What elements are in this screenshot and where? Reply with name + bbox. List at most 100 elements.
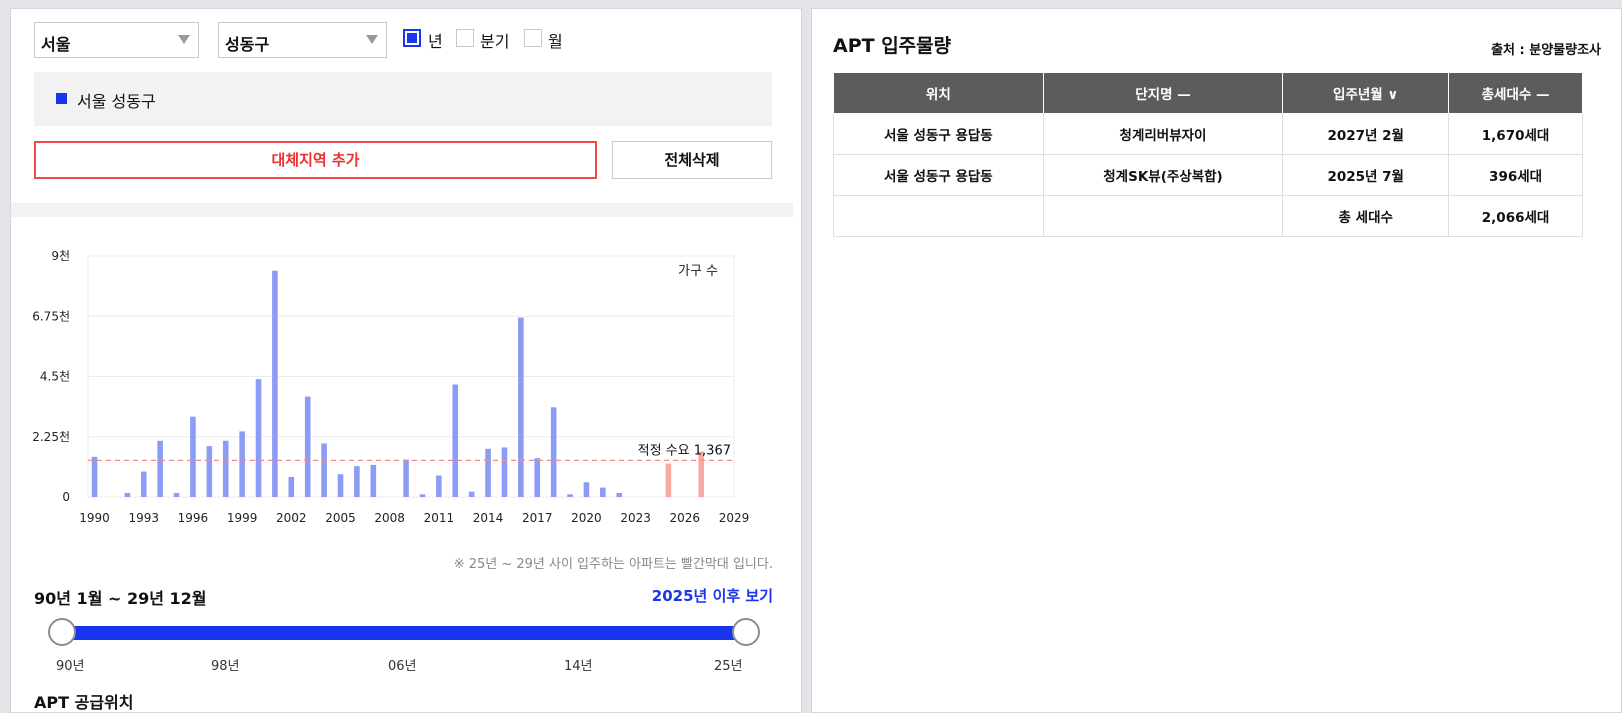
bar (485, 448, 491, 497)
region-select[interactable]: 서울 (34, 22, 199, 58)
district-select-value: 성동구 (225, 35, 270, 54)
bar (370, 464, 377, 497)
cell-total-label: 총 세대수 (1282, 195, 1450, 237)
x-tick-label: 2002 (276, 511, 307, 525)
bar (534, 458, 541, 497)
cell-move-in-date: 2027년 2월 (1282, 113, 1450, 155)
range-slider-end-handle[interactable] (732, 618, 760, 646)
bar (140, 471, 147, 497)
x-tick-label: 2011 (424, 511, 455, 525)
range-slider-track[interactable] (59, 626, 748, 640)
x-tick-label: 1996 (178, 511, 209, 525)
view-after-2025-link[interactable]: 2025년 이후 보기 (652, 585, 773, 606)
cell-empty (1042, 195, 1284, 237)
range-slider-start-handle[interactable] (48, 618, 76, 646)
delete-all-button[interactable]: 전체삭제 (612, 141, 772, 179)
bar (157, 440, 163, 497)
x-tick-label: 2020 (571, 511, 602, 525)
bar (124, 492, 131, 497)
header-complex-name[interactable]: 단지명 — (1042, 72, 1284, 114)
bar (190, 416, 196, 497)
bar (583, 482, 590, 497)
bar (222, 440, 229, 497)
bar (288, 476, 295, 497)
bar (468, 491, 475, 497)
divider (11, 203, 793, 217)
bar (452, 384, 459, 497)
x-tick-label: 2029 (719, 511, 750, 525)
period-year-checkbox[interactable] (403, 29, 421, 47)
y-tick-label: 6.75천 (32, 308, 70, 323)
bar (173, 492, 180, 497)
period-month-label: 월 (548, 32, 563, 51)
cell-complex-name: 청계리버뷰자이 (1042, 113, 1284, 155)
x-tick-label: 2005 (325, 511, 356, 525)
cell-total-units: 396세대 (1448, 154, 1583, 196)
period-month-checkbox[interactable] (524, 29, 542, 47)
x-tick-label: 2008 (374, 511, 405, 525)
cell-move-in-date: 2025년 7월 (1282, 154, 1450, 196)
bar (304, 396, 311, 497)
y-unit-label: 가구 수 (678, 264, 718, 279)
supply-bar-chart: 0 2.25천 4.5천 6.75천 9천 1990 1993 1996 1999 2002 200… (32, 248, 750, 525)
bar (518, 317, 524, 497)
range-tick: 98년 (211, 659, 240, 674)
period-year-label: 년 (428, 32, 443, 51)
table-row[interactable]: 서울 성동구 용답동 청계리버뷰자이 2027년 2월 1,670세대 (833, 113, 1583, 155)
add-alternative-region-button[interactable]: 대체지역 추가 (34, 141, 597, 179)
table-total-row: 총 세대수 2,066세대 (833, 195, 1583, 237)
x-tick-label: 2026 (670, 511, 701, 525)
y-tick-label: 9천 (51, 248, 70, 263)
panel-title: APT 입주물량 (833, 35, 952, 57)
bar (91, 456, 98, 497)
region-color-swatch (56, 93, 67, 104)
x-tick-label: 2014 (473, 511, 504, 525)
x-tick-label: 2017 (522, 511, 553, 525)
period-quarter-label: 분기 (480, 32, 510, 51)
cell-complex-name: 청계SK뷰(주상복합) (1042, 154, 1284, 196)
bar (550, 407, 557, 497)
region-chart-panel: 서울 성동구 년 분기 월 서울 성동구 대체지역 추가 전체삭제 0 2.25천… (10, 8, 802, 713)
x-tick-label: 1993 (128, 511, 159, 525)
bar (337, 474, 344, 497)
selected-region-label: 서울 성동구 (77, 92, 156, 111)
cell-empty (833, 195, 1044, 237)
period-quarter-checkbox[interactable] (456, 29, 474, 47)
x-tick-label: 1999 (227, 511, 258, 525)
chevron-down-icon (366, 35, 378, 44)
x-tick-label: 1990 (79, 511, 110, 525)
range-label: 90년 1월 ~ 29년 12월 (34, 589, 207, 608)
header-location: 위치 (833, 72, 1044, 114)
reference-label: 적정 수요 1,367 (638, 443, 731, 458)
bar (600, 487, 606, 497)
range-tick: 06년 (388, 659, 417, 674)
bar (665, 463, 672, 497)
region-select-value: 서울 (41, 35, 71, 54)
bar (255, 379, 262, 497)
cell-total-units: 1,670세대 (1448, 113, 1583, 155)
apt-supply-panel: APT 입주물량 출처 : 분양물량조사 위치 단지명 — 입주년월 ∨ 총세대… (811, 8, 1622, 713)
bar (501, 447, 508, 497)
bar (436, 475, 442, 497)
bar (403, 459, 409, 497)
chevron-down-icon (178, 35, 190, 44)
bar (419, 494, 426, 497)
range-tick: 14년 (564, 659, 593, 674)
y-tick-label: 0 (62, 490, 70, 504)
range-tick: 25년 (714, 659, 743, 674)
bar (567, 494, 573, 497)
y-tick-label: 2.25천 (32, 429, 70, 444)
y-tick-label: 4.5천 (40, 369, 70, 384)
cell-location: 서울 성동구 용답동 (833, 113, 1044, 155)
header-total-units[interactable]: 총세대수 — (1448, 72, 1583, 114)
cell-location: 서울 성동구 용답동 (833, 154, 1044, 196)
district-select[interactable]: 성동구 (218, 22, 387, 58)
bar (206, 446, 213, 497)
table-row[interactable]: 서울 성동구 용답동 청계SK뷰(주상복합) 2025년 7월 396세대 (833, 154, 1583, 196)
bar (239, 431, 245, 497)
chart-note: ※ 25년 ~ 29년 사이 입주하는 아파트는 빨간막대 입니다. (453, 557, 773, 572)
header-move-in-date[interactable]: 입주년월 ∨ (1282, 72, 1450, 114)
bar (616, 492, 623, 497)
table-header-row: 위치 단지명 — 입주년월 ∨ 총세대수 — (833, 72, 1583, 114)
bar (321, 443, 327, 497)
